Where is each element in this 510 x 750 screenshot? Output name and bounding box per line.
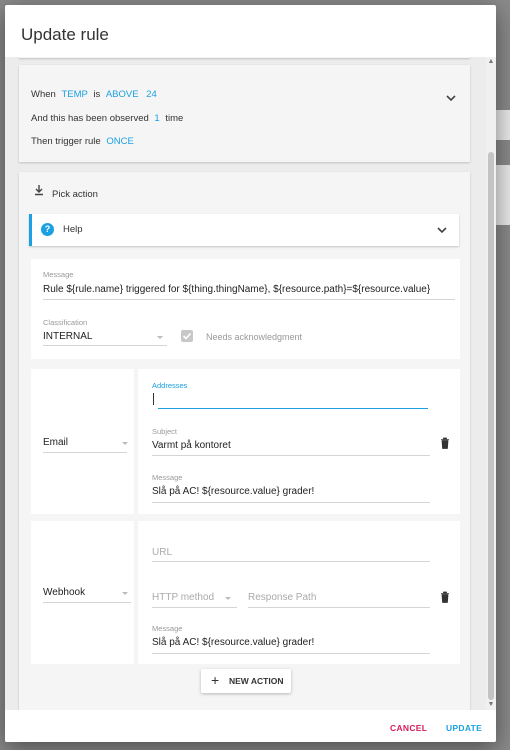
new-action-label: NEW ACTION bbox=[229, 676, 284, 686]
scroll-down-icon[interactable]: ▼ bbox=[486, 700, 496, 710]
plus-icon: + bbox=[211, 672, 220, 688]
ack-label: Needs acknowledgment bbox=[206, 332, 303, 342]
ack-checkbox[interactable] bbox=[181, 330, 193, 342]
condition-card[interactable]: When TEMP is ABOVE 24 And this has been … bbox=[19, 65, 470, 162]
check-icon bbox=[182, 332, 192, 340]
trigger-prefix: Then trigger rule bbox=[31, 136, 101, 147]
help-icon: ? bbox=[41, 223, 54, 236]
previous-card-edge bbox=[19, 57, 470, 58]
message-panel: Message Rule ${rule.name} triggered for … bbox=[31, 259, 460, 359]
addresses-underline bbox=[158, 408, 428, 409]
is-label: is bbox=[93, 89, 101, 100]
backdrop-strip bbox=[496, 165, 510, 225]
scroll-thumb[interactable] bbox=[488, 152, 494, 700]
chevron-down-icon[interactable] bbox=[444, 91, 458, 105]
response-path-underline bbox=[248, 607, 430, 608]
email-type-select[interactable]: Email bbox=[43, 437, 68, 448]
message-label: Message bbox=[43, 270, 74, 279]
scroll-up-icon[interactable]: ▲ bbox=[486, 57, 496, 67]
metric-value: TEMP bbox=[61, 89, 88, 100]
pick-action-label: Pick action bbox=[52, 189, 98, 200]
webhook-message-underline bbox=[152, 653, 430, 654]
dialog-title: Update rule bbox=[21, 25, 109, 44]
email-message-underline bbox=[152, 502, 430, 503]
webhook-message-label: Message bbox=[152, 624, 183, 633]
trash-icon[interactable] bbox=[440, 591, 450, 603]
cancel-button[interactable]: CANCEL bbox=[390, 723, 427, 733]
when-label: When bbox=[31, 89, 56, 100]
caret-down-icon bbox=[122, 442, 128, 445]
help-accent-bar bbox=[29, 214, 32, 246]
help-label: Help bbox=[63, 224, 83, 235]
addresses-input[interactable] bbox=[152, 393, 427, 407]
email-message-input[interactable]: Slå på AC! ${resource.value} grader! bbox=[152, 486, 314, 497]
http-method-underline bbox=[152, 607, 237, 608]
trigger-row: Then trigger rule ONCE bbox=[31, 136, 134, 147]
classification-label: Classification bbox=[43, 318, 88, 327]
trash-icon[interactable] bbox=[440, 437, 450, 449]
comparator-value: ABOVE bbox=[105, 89, 139, 100]
observed-suffix: time bbox=[165, 113, 184, 124]
observed-row: And this has been observed 1 time bbox=[31, 113, 183, 124]
update-rule-dialog: Update rule When TEMP is ABOVE 24 And th… bbox=[5, 5, 496, 742]
threshold-value: 24 bbox=[146, 89, 157, 100]
caret-down-icon bbox=[122, 592, 128, 595]
message-input[interactable]: Rule ${rule.name} triggered for ${thing.… bbox=[43, 284, 430, 295]
help-panel[interactable]: ? Help bbox=[29, 214, 459, 246]
condition-when-row: When TEMP is ABOVE 24 bbox=[31, 89, 157, 100]
chevron-down-icon[interactable] bbox=[435, 223, 449, 237]
scrollbar[interactable]: ▲ ▼ bbox=[486, 57, 496, 710]
url-input[interactable]: URL bbox=[152, 547, 172, 558]
observed-prefix: And this has been observed bbox=[31, 113, 149, 124]
update-button[interactable]: UPDATE bbox=[446, 723, 482, 733]
webhook-type-select[interactable]: Webhook bbox=[43, 587, 85, 598]
observed-count: 1 bbox=[154, 113, 160, 124]
email-fields-panel: Addresses Subject Varmt på kontoret Mess… bbox=[138, 369, 460, 514]
classification-underline bbox=[43, 345, 167, 346]
download-icon bbox=[35, 185, 43, 196]
addresses-label: Addresses bbox=[152, 381, 188, 390]
backdrop-strip bbox=[496, 110, 510, 140]
subject-input[interactable]: Varmt på kontoret bbox=[152, 440, 231, 451]
email-type-underline bbox=[43, 452, 127, 453]
dialog-footer: CANCEL UPDATE bbox=[5, 710, 496, 742]
dialog-body: When TEMP is ABOVE 24 And this has been … bbox=[5, 57, 496, 710]
email-message-label: Message bbox=[152, 473, 183, 482]
webhook-type-underline bbox=[43, 602, 131, 603]
trigger-mode: ONCE bbox=[106, 136, 134, 147]
url-underline bbox=[152, 561, 430, 562]
text-cursor bbox=[153, 393, 154, 405]
http-method-select[interactable]: HTTP method bbox=[152, 592, 214, 603]
caret-down-icon bbox=[157, 336, 163, 339]
new-action-button[interactable]: + NEW ACTION bbox=[201, 669, 291, 693]
message-underline bbox=[43, 299, 455, 300]
caret-down-icon bbox=[225, 597, 231, 600]
subject-underline bbox=[152, 455, 430, 456]
webhook-message-input[interactable]: Slå på AC! ${resource.value} grader! bbox=[152, 637, 314, 648]
classification-select[interactable]: INTERNAL bbox=[43, 331, 92, 342]
webhook-fields-panel: URL HTTP method Response Path Message Sl… bbox=[138, 521, 460, 664]
action-card: Pick action ? Help Message Rule ${rule.n… bbox=[19, 172, 470, 710]
subject-label: Subject bbox=[152, 427, 178, 436]
response-path-input[interactable]: Response Path bbox=[248, 592, 316, 603]
